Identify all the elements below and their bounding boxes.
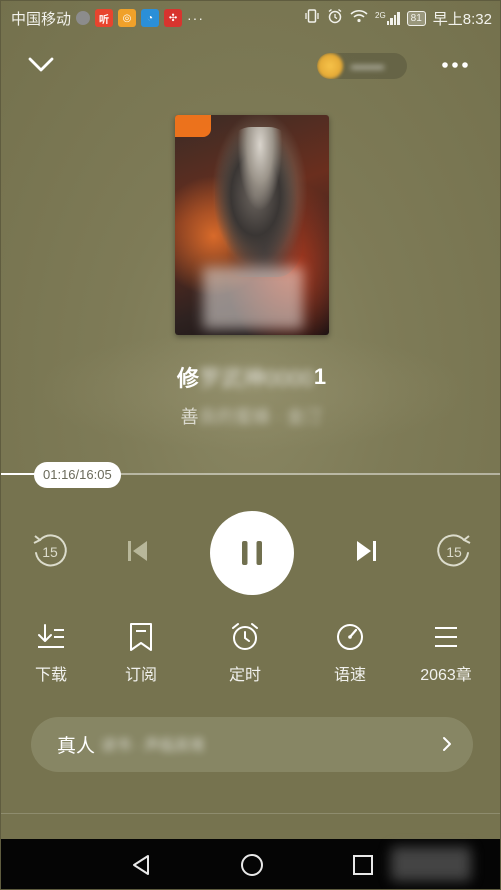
author-blurred: 良的蜜蜂 · 金汀	[198, 407, 323, 427]
cover-title-blurred	[203, 267, 303, 329]
system-nav-bar	[1, 839, 500, 889]
back-triangle-icon	[133, 855, 149, 875]
nav-recents-button[interactable]	[346, 849, 380, 881]
carrier-label: 中国移动	[11, 10, 72, 28]
vibrate-icon	[304, 9, 320, 27]
pause-button[interactable]	[210, 511, 294, 595]
player-screen: 中国移动 听 ◎ ◔ ✣ ··· 2G 81 早上8:32 ▬▬▬ 修 罗武神0…	[0, 0, 501, 890]
app-ting-icon: 听	[95, 9, 114, 27]
subscribe-label: 订阅	[124, 667, 157, 684]
book-title-suffix: 1	[313, 364, 327, 389]
human-voice-banner[interactable]: 真人 读书 · 声临其境	[31, 717, 473, 772]
download-button[interactable]: 下载	[11, 621, 91, 685]
more-options-button[interactable]	[435, 49, 475, 81]
chevron-right-icon	[443, 737, 451, 751]
avatar	[317, 53, 343, 79]
download-label: 下载	[34, 667, 67, 684]
app-game-icon: ✣	[164, 9, 183, 27]
home-circle-icon	[241, 854, 263, 876]
rewind-seconds: 15	[42, 544, 58, 560]
book-title-blurred: 罗武神0000	[198, 366, 314, 391]
rewind-15-button[interactable]: 15	[28, 529, 72, 573]
progress-time-thumb[interactable]: 01:16/16:05	[34, 462, 121, 488]
cover-artwork	[215, 127, 305, 277]
user-profile-pill[interactable]: ▬▬▬	[317, 53, 407, 79]
book-title-prefix: 修	[176, 366, 199, 391]
book-cover[interactable]	[175, 115, 329, 335]
app-browser-icon: ◎	[118, 9, 137, 27]
nav-home-button[interactable]	[235, 849, 269, 881]
speed-button[interactable]: 语速	[310, 621, 390, 685]
sleep-timer-button[interactable]: 定时	[205, 621, 285, 685]
battery-icon: 81	[406, 10, 426, 26]
player-top-bar: ▬▬▬	[1, 41, 500, 89]
book-title: 修 罗武神0000 1	[1, 359, 500, 395]
chapter-list-button[interactable]: 2063章	[406, 621, 486, 685]
speed-label: 语速	[333, 667, 366, 684]
more-dots-icon: ···	[187, 10, 205, 26]
chevron-down-icon	[28, 57, 54, 72]
cover-tag	[175, 115, 211, 137]
more-horizontal-icon	[442, 62, 468, 68]
battery-level: 81	[410, 12, 422, 24]
forward-15-icon: 15	[437, 534, 471, 567]
timer-label: 定时	[228, 667, 261, 684]
alarm-timer-icon	[232, 623, 258, 650]
forward-15-button[interactable]: 15	[432, 529, 476, 573]
pause-icon	[242, 541, 262, 565]
blurred-overlay	[391, 847, 471, 881]
action-row: 下载 订阅 定时 语速 2063章	[1, 621, 500, 691]
skip-next-icon	[357, 541, 376, 561]
speed-gauge-icon	[337, 624, 363, 650]
status-bar: 中国移动 听 ◎ ◔ ✣ ··· 2G 81 早上8:32	[1, 1, 500, 35]
clock-label: 早上8:32	[432, 10, 492, 28]
bookmark-icon	[130, 623, 152, 651]
wifi-icon	[350, 9, 368, 27]
nav-back-button[interactable]	[124, 849, 158, 881]
alarm-icon	[327, 8, 343, 28]
skip-previous-icon	[128, 541, 147, 561]
recents-square-icon	[353, 855, 373, 875]
rewind-15-icon: 15	[33, 534, 67, 567]
network-type-label: 2G	[375, 10, 386, 20]
divider	[1, 813, 500, 814]
playback-controls: 15 15	[1, 511, 500, 595]
collapse-button[interactable]	[23, 49, 59, 81]
author-prefix: 善	[180, 407, 199, 427]
app-music-icon: ◔	[141, 9, 160, 27]
forward-seconds: 15	[446, 544, 462, 560]
status-left: 中国移动 听 ◎ ◔ ✣ ···	[11, 8, 204, 29]
notification-dot-icon	[76, 11, 91, 25]
user-name-blurred: ▬▬▬	[351, 60, 384, 72]
banner-blurred-text: 读书 · 声临其境	[101, 737, 205, 754]
subscribe-button[interactable]: 订阅	[101, 621, 181, 685]
chapter-list-icon	[435, 627, 457, 647]
banner-label: 真人	[57, 736, 96, 757]
book-author: 善 良的蜜蜂 · 金汀	[1, 401, 500, 431]
chapter-count-label: 2063章	[420, 667, 472, 684]
signal-icon: 2G	[375, 10, 400, 25]
status-right: 2G 81 早上8:32	[304, 8, 492, 29]
download-icon	[38, 624, 64, 648]
next-chapter-button[interactable]	[344, 529, 388, 573]
previous-chapter-button[interactable]	[116, 529, 160, 573]
